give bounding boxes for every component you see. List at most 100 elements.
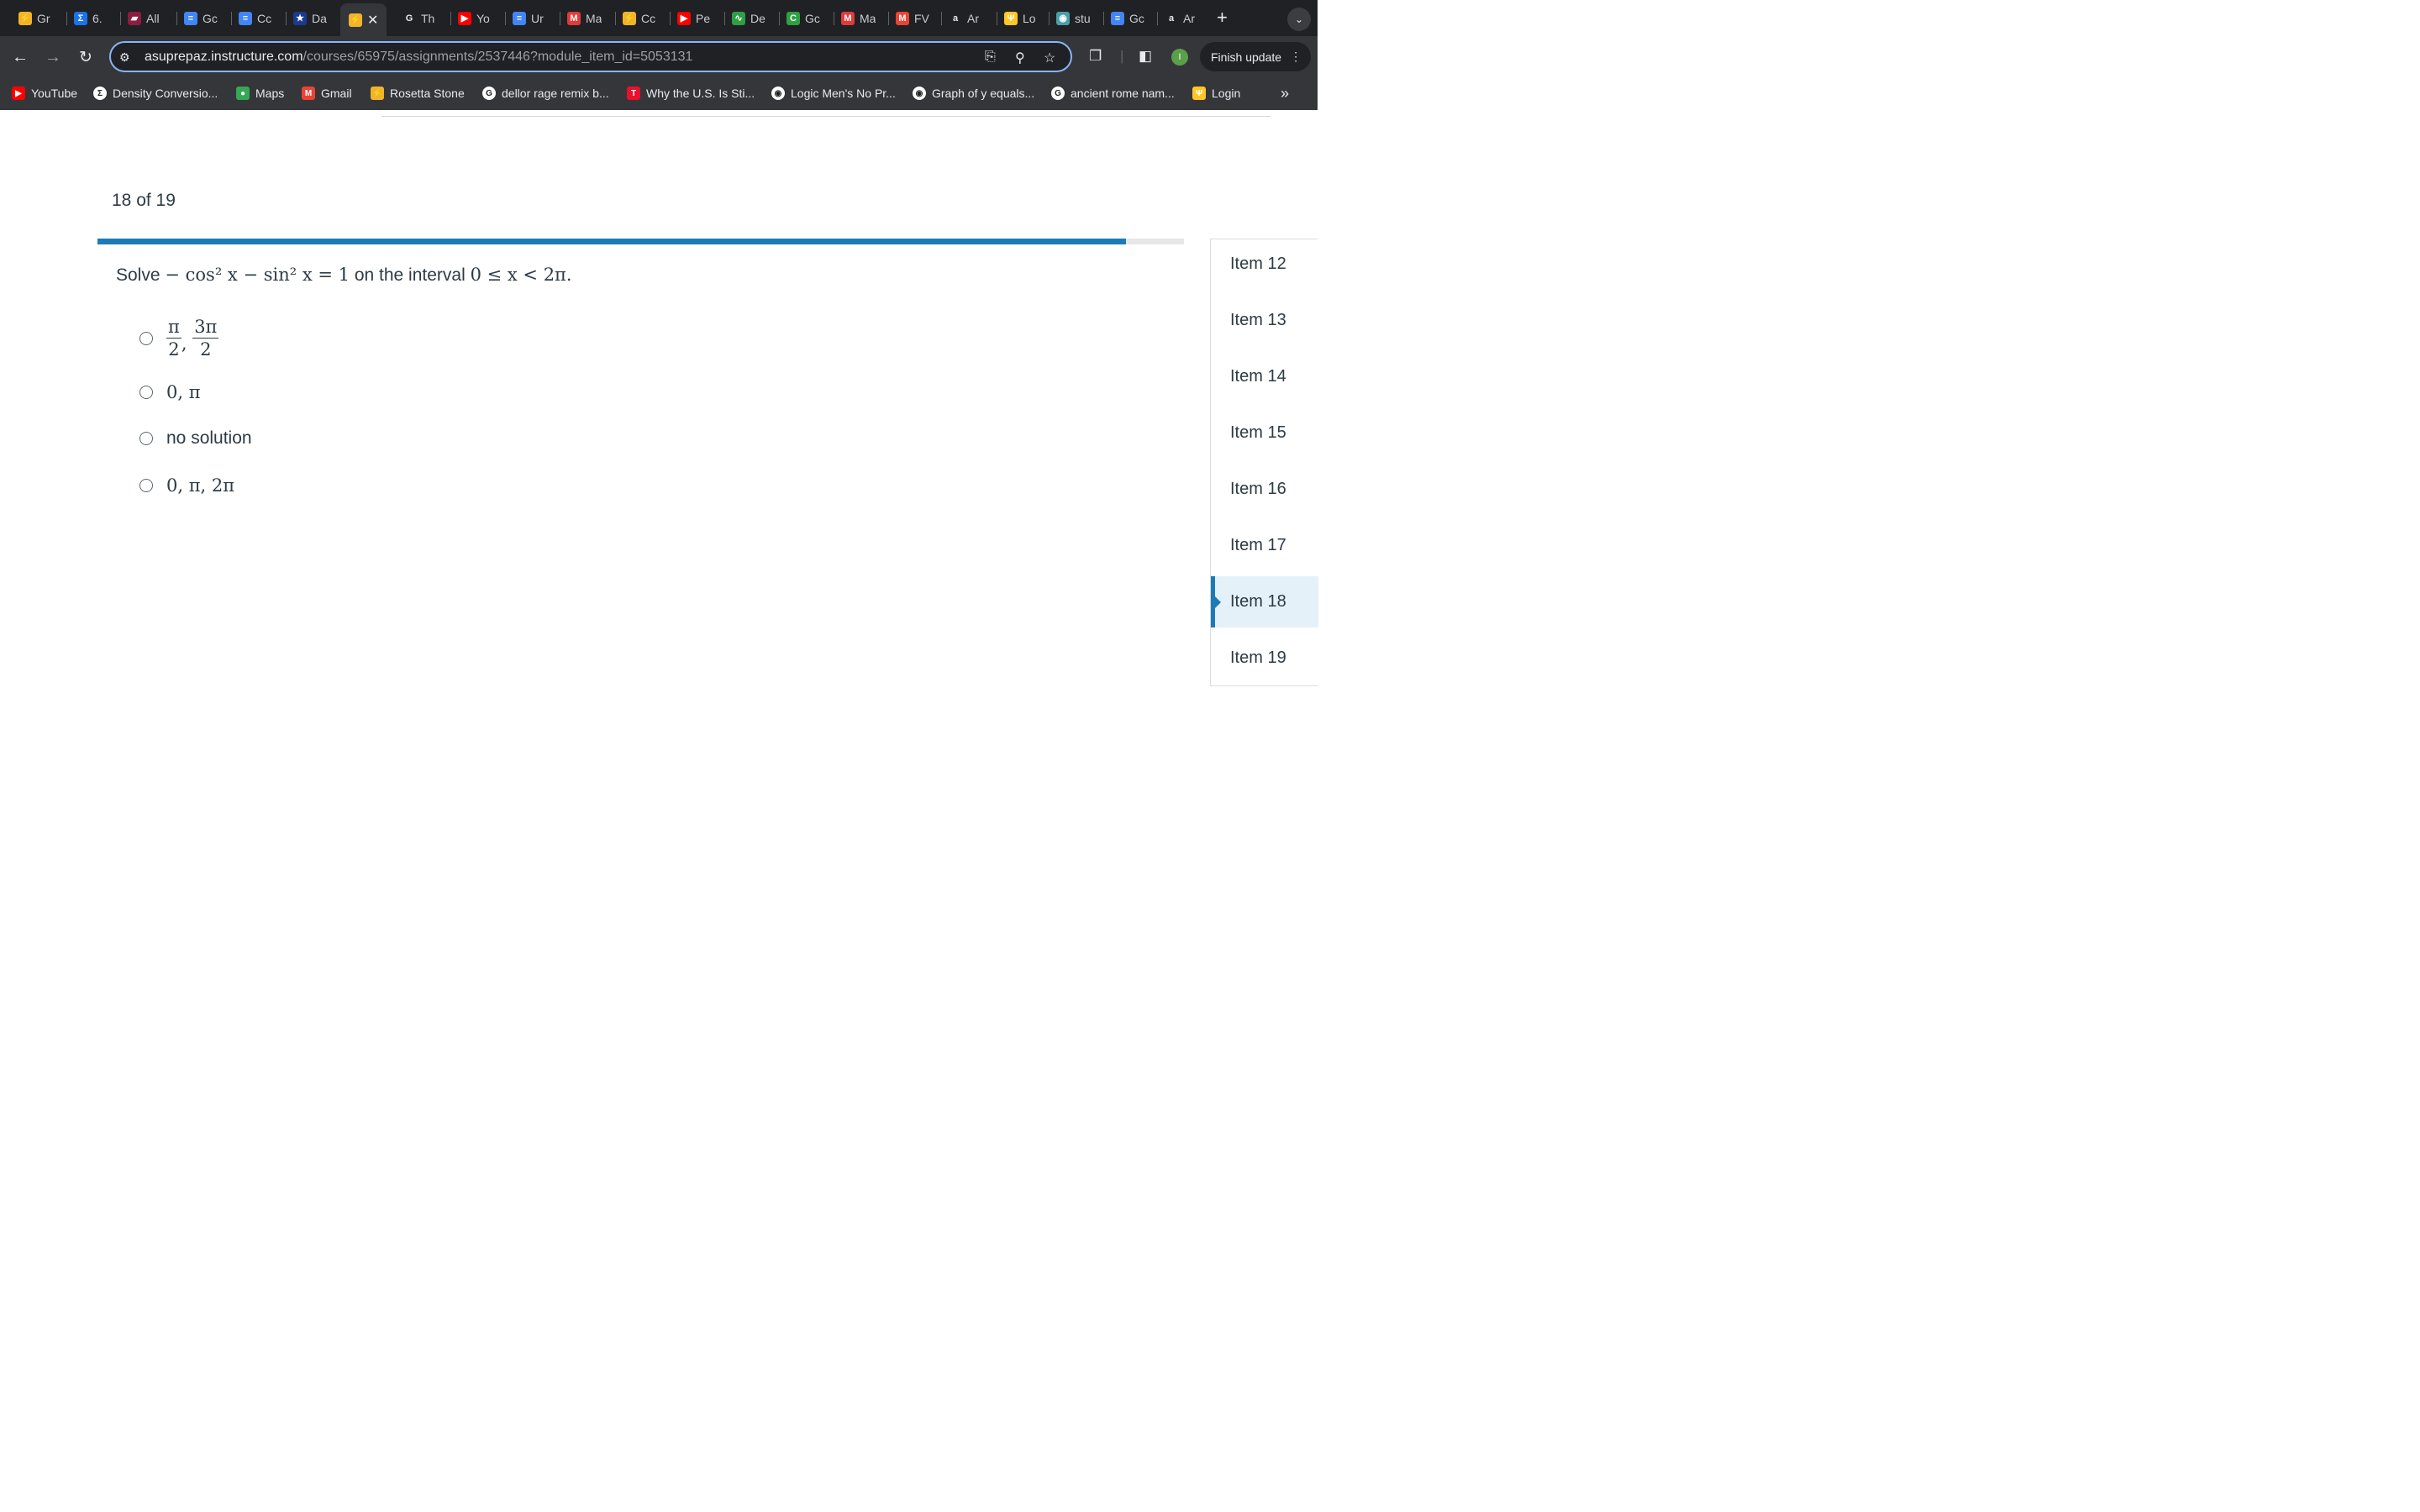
tab-title: All <box>146 11 160 25</box>
close-tab-icon[interactable]: ✕ <box>367 12 378 29</box>
tab-strip: + ⌄ ⚡ Gr Σ 6. ▰ All ≡ Gc ≡ Cc ★ Da ⚡ ✕ G Th ▶ Yo ≡ Ur M Ma ⚡ Cc… <box>0 0 1318 36</box>
browser-tab[interactable]: ⚡ Cc <box>623 7 655 29</box>
address-bar[interactable]: ⚙ asuprepaz.instructure.com/courses/6597… <box>109 41 1072 72</box>
browser-tab[interactable]: ⚡ Gr <box>18 7 50 29</box>
sidebar-item[interactable]: Item 12 <box>1211 239 1318 290</box>
answer-option[interactable]: π 2 , 3π 2 <box>139 318 219 360</box>
reload-icon[interactable]: ↻ <box>75 46 97 68</box>
sidebar-item-label: Item 15 <box>1230 423 1286 442</box>
bookmark-label: Gmail <box>321 87 352 100</box>
bookmark-item[interactable]: ⚡ Rosetta Stone <box>371 87 465 100</box>
browser-tab[interactable]: ▰ All <box>128 7 160 29</box>
browser-tab[interactable]: Σ 6. <box>74 7 103 29</box>
star-icon: ★ <box>293 11 307 25</box>
bookmark-star-icon[interactable]: ☆ <box>1044 50 1055 66</box>
tab-separator <box>888 12 889 25</box>
bookmark-item[interactable]: ◉ Logic Men's No Pr... <box>771 87 896 100</box>
tab-search-chevron-icon[interactable]: ⌄ <box>1287 8 1311 31</box>
desmos-icon: ∿ <box>732 11 745 25</box>
answer-option[interactable]: no solution <box>139 428 252 449</box>
browser-tab[interactable]: ◉ stu <box>1056 7 1091 29</box>
browser-tab[interactable]: ≡ Cc <box>239 7 271 29</box>
browser-tab[interactable]: M Ma <box>567 7 602 29</box>
radio-button[interactable] <box>139 432 153 445</box>
bookmark-label: Rosetta Stone <box>390 87 465 100</box>
sidebar-item[interactable]: Item 15 <box>1211 407 1318 459</box>
extensions-puzzle-icon[interactable]: ❐ <box>1089 48 1102 65</box>
more-bookmarks-chevron-icon[interactable]: » <box>1281 85 1289 102</box>
sidebar-item[interactable]: Item 18 <box>1211 576 1318 627</box>
tab-separator <box>779 12 780 25</box>
fraction-denominator: 2 <box>168 339 180 360</box>
tab-title: Lo <box>1023 11 1036 25</box>
side-panel-icon[interactable]: ◧ <box>1139 48 1152 65</box>
rosetta-icon: ⚡ <box>18 11 32 25</box>
sidebar-item[interactable]: Item 14 <box>1211 351 1318 402</box>
bookmark-item[interactable]: ● Maps <box>236 87 284 100</box>
browser-tab[interactable]: ▶ Yo <box>458 7 490 29</box>
radio-button[interactable] <box>139 479 153 492</box>
browser-tab[interactable]: ★ Da <box>293 7 327 29</box>
bookmark-item[interactable]: T Why the U.S. Is Sti... <box>627 87 755 100</box>
install-app-icon[interactable]: ⎘ <box>985 50 996 65</box>
tab-separator <box>670 12 671 25</box>
zoom-icon[interactable]: ⚲ <box>1015 50 1025 66</box>
tab-title: Ar <box>967 11 979 25</box>
question-text: Solve − cos² x − sin² x = 1 on the inter… <box>116 265 572 286</box>
question-prefix: Solve <box>116 265 160 285</box>
bookmark-item[interactable]: Σ Density Conversio... <box>93 87 218 100</box>
bookmark-item[interactable]: Gdellor rage remix b... <box>482 87 609 100</box>
bookmark-item[interactable]: ▶ YouTube <box>12 87 77 100</box>
profile-avatar[interactable]: I <box>1171 49 1188 66</box>
amazon-icon: a <box>952 13 959 24</box>
tab-separator <box>505 12 506 25</box>
tab-title: Ma <box>860 11 876 25</box>
tab-title: Ma <box>586 11 602 25</box>
browser-toolbar: ← → ↻ ⚙ asuprepaz.instructure.com/course… <box>0 36 1318 78</box>
sidebar-item[interactable]: Item 13 <box>1211 295 1318 346</box>
bookmark-item[interactable]: M Gmail <box>302 87 352 100</box>
sidebar-item-label: Item 12 <box>1230 255 1286 273</box>
tab-separator <box>66 12 67 25</box>
asu-fork-icon: Ψ <box>1004 11 1018 25</box>
finish-update-button[interactable]: Finish update ⋮ <box>1200 42 1311 71</box>
browser-tab[interactable]: a Ar <box>1165 7 1195 29</box>
tab-separator <box>120 12 121 25</box>
url-text[interactable]: asuprepaz.instructure.com/courses/65975/… <box>145 50 692 65</box>
site-settings-icon[interactable]: ⚙ <box>119 50 130 65</box>
sidebar-item[interactable]: Item 17 <box>1211 520 1318 571</box>
browser-tab[interactable]: a Ar <box>949 7 979 29</box>
radio-button[interactable] <box>139 331 153 345</box>
url-host: asuprepaz.instructure.com <box>145 50 303 64</box>
browser-tab[interactable]: ⚡ ✕ <box>340 3 387 36</box>
browser-tab[interactable]: ▶ Pe <box>677 7 710 29</box>
radio-button[interactable] <box>139 386 153 399</box>
sidebar-item-label: Item 19 <box>1230 648 1286 667</box>
answer-option[interactable]: 0, π, 2π <box>139 475 234 496</box>
back-arrow-icon[interactable]: ← <box>9 46 31 68</box>
tab-title: Th <box>421 11 435 25</box>
sidebar-item[interactable]: Item 16 <box>1211 464 1318 515</box>
new-tab-button[interactable]: + <box>1217 7 1228 29</box>
answer-option[interactable]: 0, π <box>139 382 201 402</box>
browser-tab[interactable]: M Ma <box>841 7 876 29</box>
browser-tab[interactable]: ≡ Gc <box>184 7 218 29</box>
fraction-numerator: 3π <box>192 318 219 339</box>
browser-tab[interactable]: G Th <box>402 7 435 29</box>
forward-arrow-icon[interactable]: → <box>42 46 64 68</box>
kebab-menu-icon[interactable]: ⋮ <box>1290 50 1302 64</box>
browser-tab[interactable]: ≡ Ur <box>513 7 544 29</box>
answer-option-label: 0, π <box>166 382 201 402</box>
m-icon: M <box>841 11 855 25</box>
browser-tab[interactable]: ≡ Gc <box>1111 7 1144 29</box>
youtube-icon: ▶ <box>12 87 25 100</box>
browser-tab[interactable]: Ψ Lo <box>1004 7 1036 29</box>
sidebar-item[interactable]: Item 19 <box>1211 633 1318 684</box>
bookmark-item[interactable]: ◉ Graph of y equals... <box>913 87 1034 100</box>
browser-tab[interactable]: ∿ De <box>732 7 765 29</box>
tab-separator <box>1157 12 1158 25</box>
bookmark-item[interactable]: Gancient rome nam... <box>1051 87 1175 100</box>
browser-tab[interactable]: M FV <box>896 7 929 29</box>
browser-tab[interactable]: C Gc <box>786 7 820 29</box>
bookmark-item[interactable]: Ψ Login <box>1192 87 1240 100</box>
